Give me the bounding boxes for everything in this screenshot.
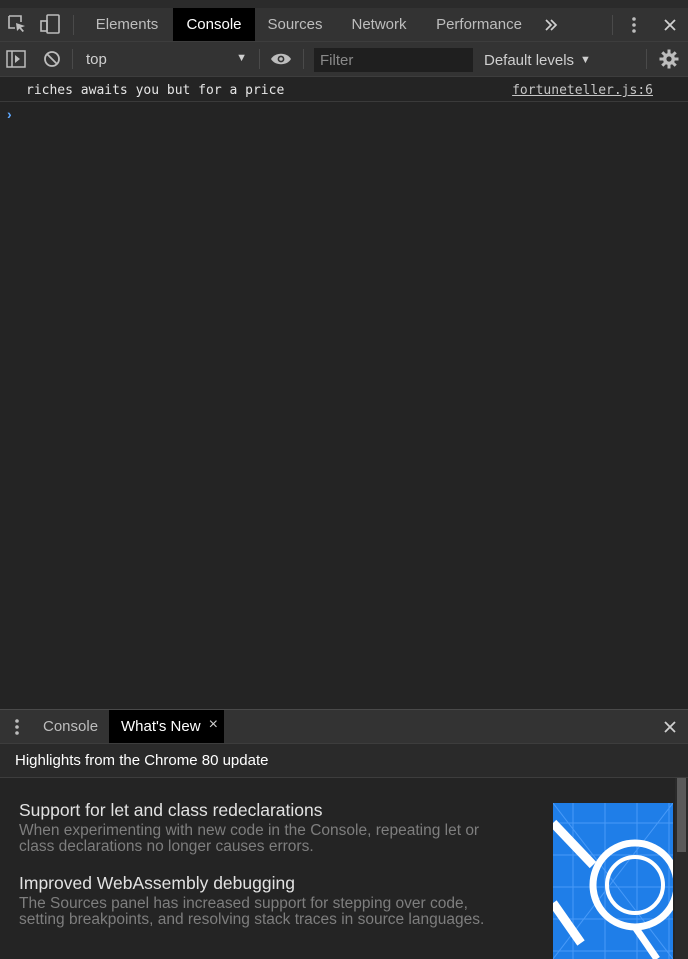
- dropdown-arrow-icon: ▼: [236, 52, 247, 64]
- log-levels-label: Default levels: [484, 51, 575, 69]
- whats-new-header: Highlights from the Chrome 80 update: [0, 744, 688, 778]
- tabbar-divider-right: [612, 15, 613, 35]
- drawer-tab-console-label: Console: [43, 718, 99, 735]
- tab-performance[interactable]: Performance: [425, 8, 533, 41]
- drawer-tab-whats-new[interactable]: What's New ×: [109, 710, 224, 743]
- console-message-source-link[interactable]: fortuneteller.js:6: [512, 83, 653, 98]
- whats-new-item-title[interactable]: Improved WebAssembly debugging: [19, 872, 494, 894]
- drawer-menu-icon[interactable]: [7, 716, 27, 738]
- drawer-tab-console[interactable]: Console: [43, 710, 98, 743]
- tab-elements[interactable]: Elements: [83, 8, 171, 41]
- tab-console[interactable]: Console: [173, 8, 255, 41]
- close-drawer-icon[interactable]: [659, 716, 681, 738]
- toolbar-divider-4: [646, 49, 647, 69]
- dropdown-arrow-icon: ▼: [580, 54, 591, 66]
- close-tab-icon[interactable]: ×: [209, 716, 218, 734]
- filter-input[interactable]: [314, 48, 473, 72]
- tab-sources[interactable]: Sources: [257, 8, 333, 41]
- console-toolbar: top ▼ Default levels ▼: [0, 42, 688, 77]
- whats-new-scrollbar[interactable]: [675, 778, 688, 959]
- chrome-release-illustration: [553, 803, 673, 959]
- console-message-text: riches awaits you but for a price: [26, 83, 285, 98]
- gear-icon[interactable]: [657, 48, 681, 70]
- inspect-element-icon[interactable]: [6, 13, 28, 35]
- context-selector[interactable]: top ▼: [79, 47, 253, 71]
- close-devtools-icon[interactable]: [659, 14, 681, 36]
- tabbar-divider: [73, 15, 74, 35]
- scrollbar-thumb[interactable]: [677, 778, 686, 852]
- tab-network[interactable]: Network: [337, 8, 421, 41]
- console-output[interactable]: riches awaits you but for a price fortun…: [0, 77, 688, 709]
- toolbar-divider: [72, 49, 73, 69]
- whats-new-panel[interactable]: Support for let and class redeclarations…: [0, 778, 688, 959]
- show-sidebar-icon[interactable]: [5, 49, 27, 69]
- drawer-tab-whats-new-label: What's New: [121, 718, 201, 735]
- device-toolbar-icon[interactable]: [38, 13, 62, 35]
- console-prompt[interactable]: ›: [7, 106, 12, 122]
- whats-new-item-description: The Sources panel has increased support …: [19, 895, 485, 928]
- more-options-icon[interactable]: [624, 14, 644, 36]
- drawer-tabbar: Console What's New ×: [0, 709, 688, 744]
- whats-new-item-title[interactable]: Support for let and class redeclarations: [19, 799, 494, 821]
- whats-new-item[interactable]: Support for let and class redeclarations…: [19, 799, 494, 855]
- whats-new-item[interactable]: Improved WebAssembly debugging The Sourc…: [19, 872, 494, 928]
- eye-icon[interactable]: [269, 49, 293, 69]
- devtools-tabbar: Elements Console Sources Network Perform…: [0, 0, 688, 42]
- console-message: riches awaits you but for a price fortun…: [0, 77, 688, 102]
- log-levels-dropdown[interactable]: Default levels ▼: [484, 48, 591, 72]
- whats-new-item-description: When experimenting with new code in the …: [19, 822, 480, 855]
- toolbar-divider-2: [259, 49, 260, 69]
- context-selector-value: top: [86, 50, 107, 68]
- clear-console-icon[interactable]: [41, 49, 63, 69]
- toolbar-divider-3: [303, 49, 304, 69]
- chevron-double-right-icon[interactable]: [540, 14, 562, 36]
